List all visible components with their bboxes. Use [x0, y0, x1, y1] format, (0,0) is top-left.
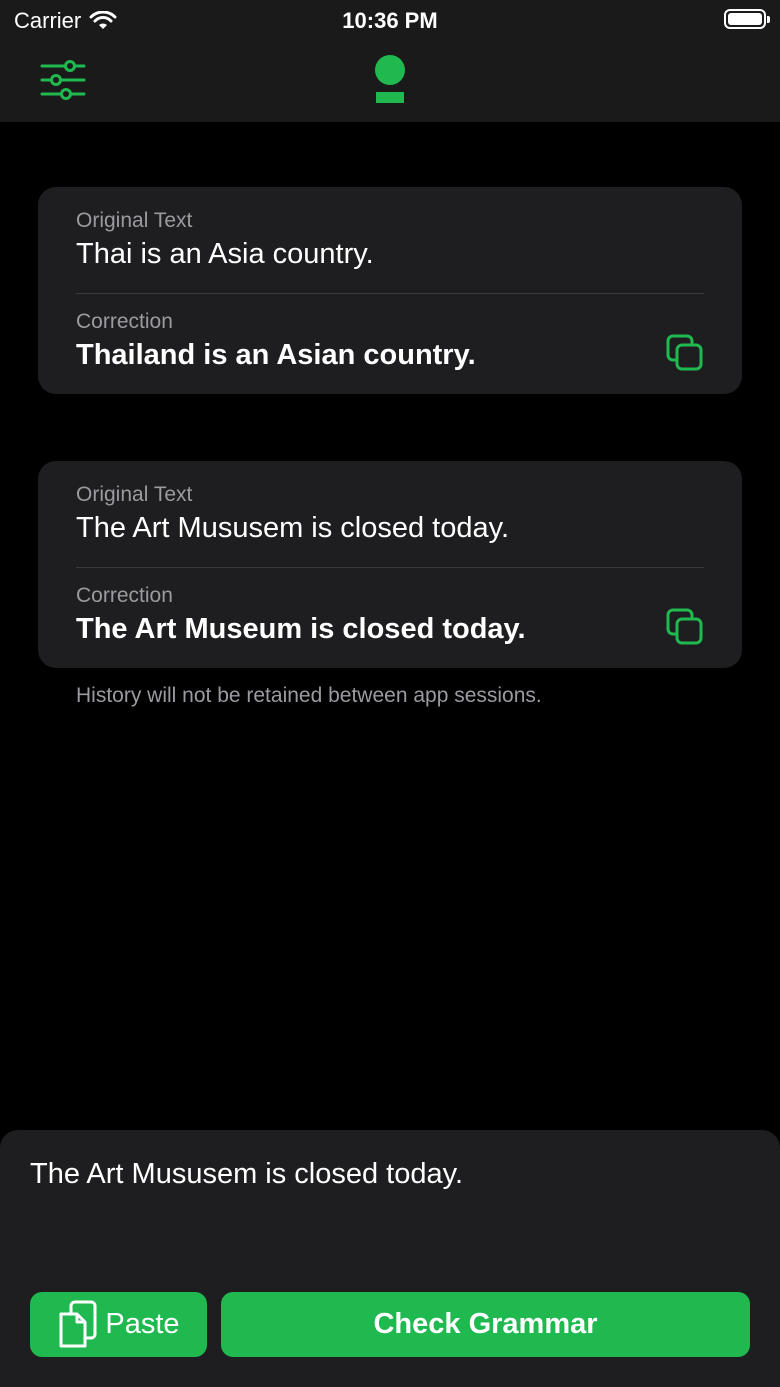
text-input[interactable]	[30, 1158, 750, 1191]
status-bar: Carrier 10:36 PM	[0, 0, 780, 40]
correction-text: Thailand is an Asian country.	[76, 339, 476, 371]
correction-text: The Art Museum is closed today.	[76, 613, 526, 645]
history-list: Original Text Thai is an Asia country. C…	[38, 187, 742, 735]
original-text: The Art Mususem is closed today.	[76, 512, 510, 544]
card-divider	[76, 567, 704, 568]
paste-button[interactable]: Paste	[30, 1292, 207, 1357]
copy-icon	[666, 334, 703, 371]
status-time: 10:36 PM	[342, 8, 438, 33]
card-divider	[76, 293, 704, 294]
original-label: Original Text	[76, 209, 193, 232]
composer-panel: Paste Check Grammar	[0, 1130, 780, 1387]
settings-button[interactable]	[38, 60, 88, 100]
check-grammar-label: Check Grammar	[373, 1308, 598, 1340]
history-card: Original Text Thai is an Asia country. C…	[38, 187, 742, 394]
paste-label: Paste	[105, 1308, 180, 1340]
check-grammar-button[interactable]: Check Grammar	[221, 1292, 750, 1357]
correction-label: Correction	[76, 310, 173, 333]
copy-button[interactable]	[666, 608, 704, 646]
history-notice: History will not be retained between app…	[76, 684, 542, 707]
clipboard-icon	[59, 1300, 97, 1347]
correction-label: Correction	[76, 584, 173, 607]
sliders-icon	[40, 60, 86, 100]
app-logo-icon	[375, 55, 405, 103]
nav-bar	[0, 40, 780, 122]
original-label: Original Text	[76, 483, 193, 506]
history-card: Original Text The Art Mususem is closed …	[38, 461, 742, 668]
copy-icon	[666, 608, 703, 645]
copy-button[interactable]	[666, 334, 704, 372]
original-text: Thai is an Asia country.	[76, 238, 374, 270]
battery-icon	[724, 9, 770, 29]
